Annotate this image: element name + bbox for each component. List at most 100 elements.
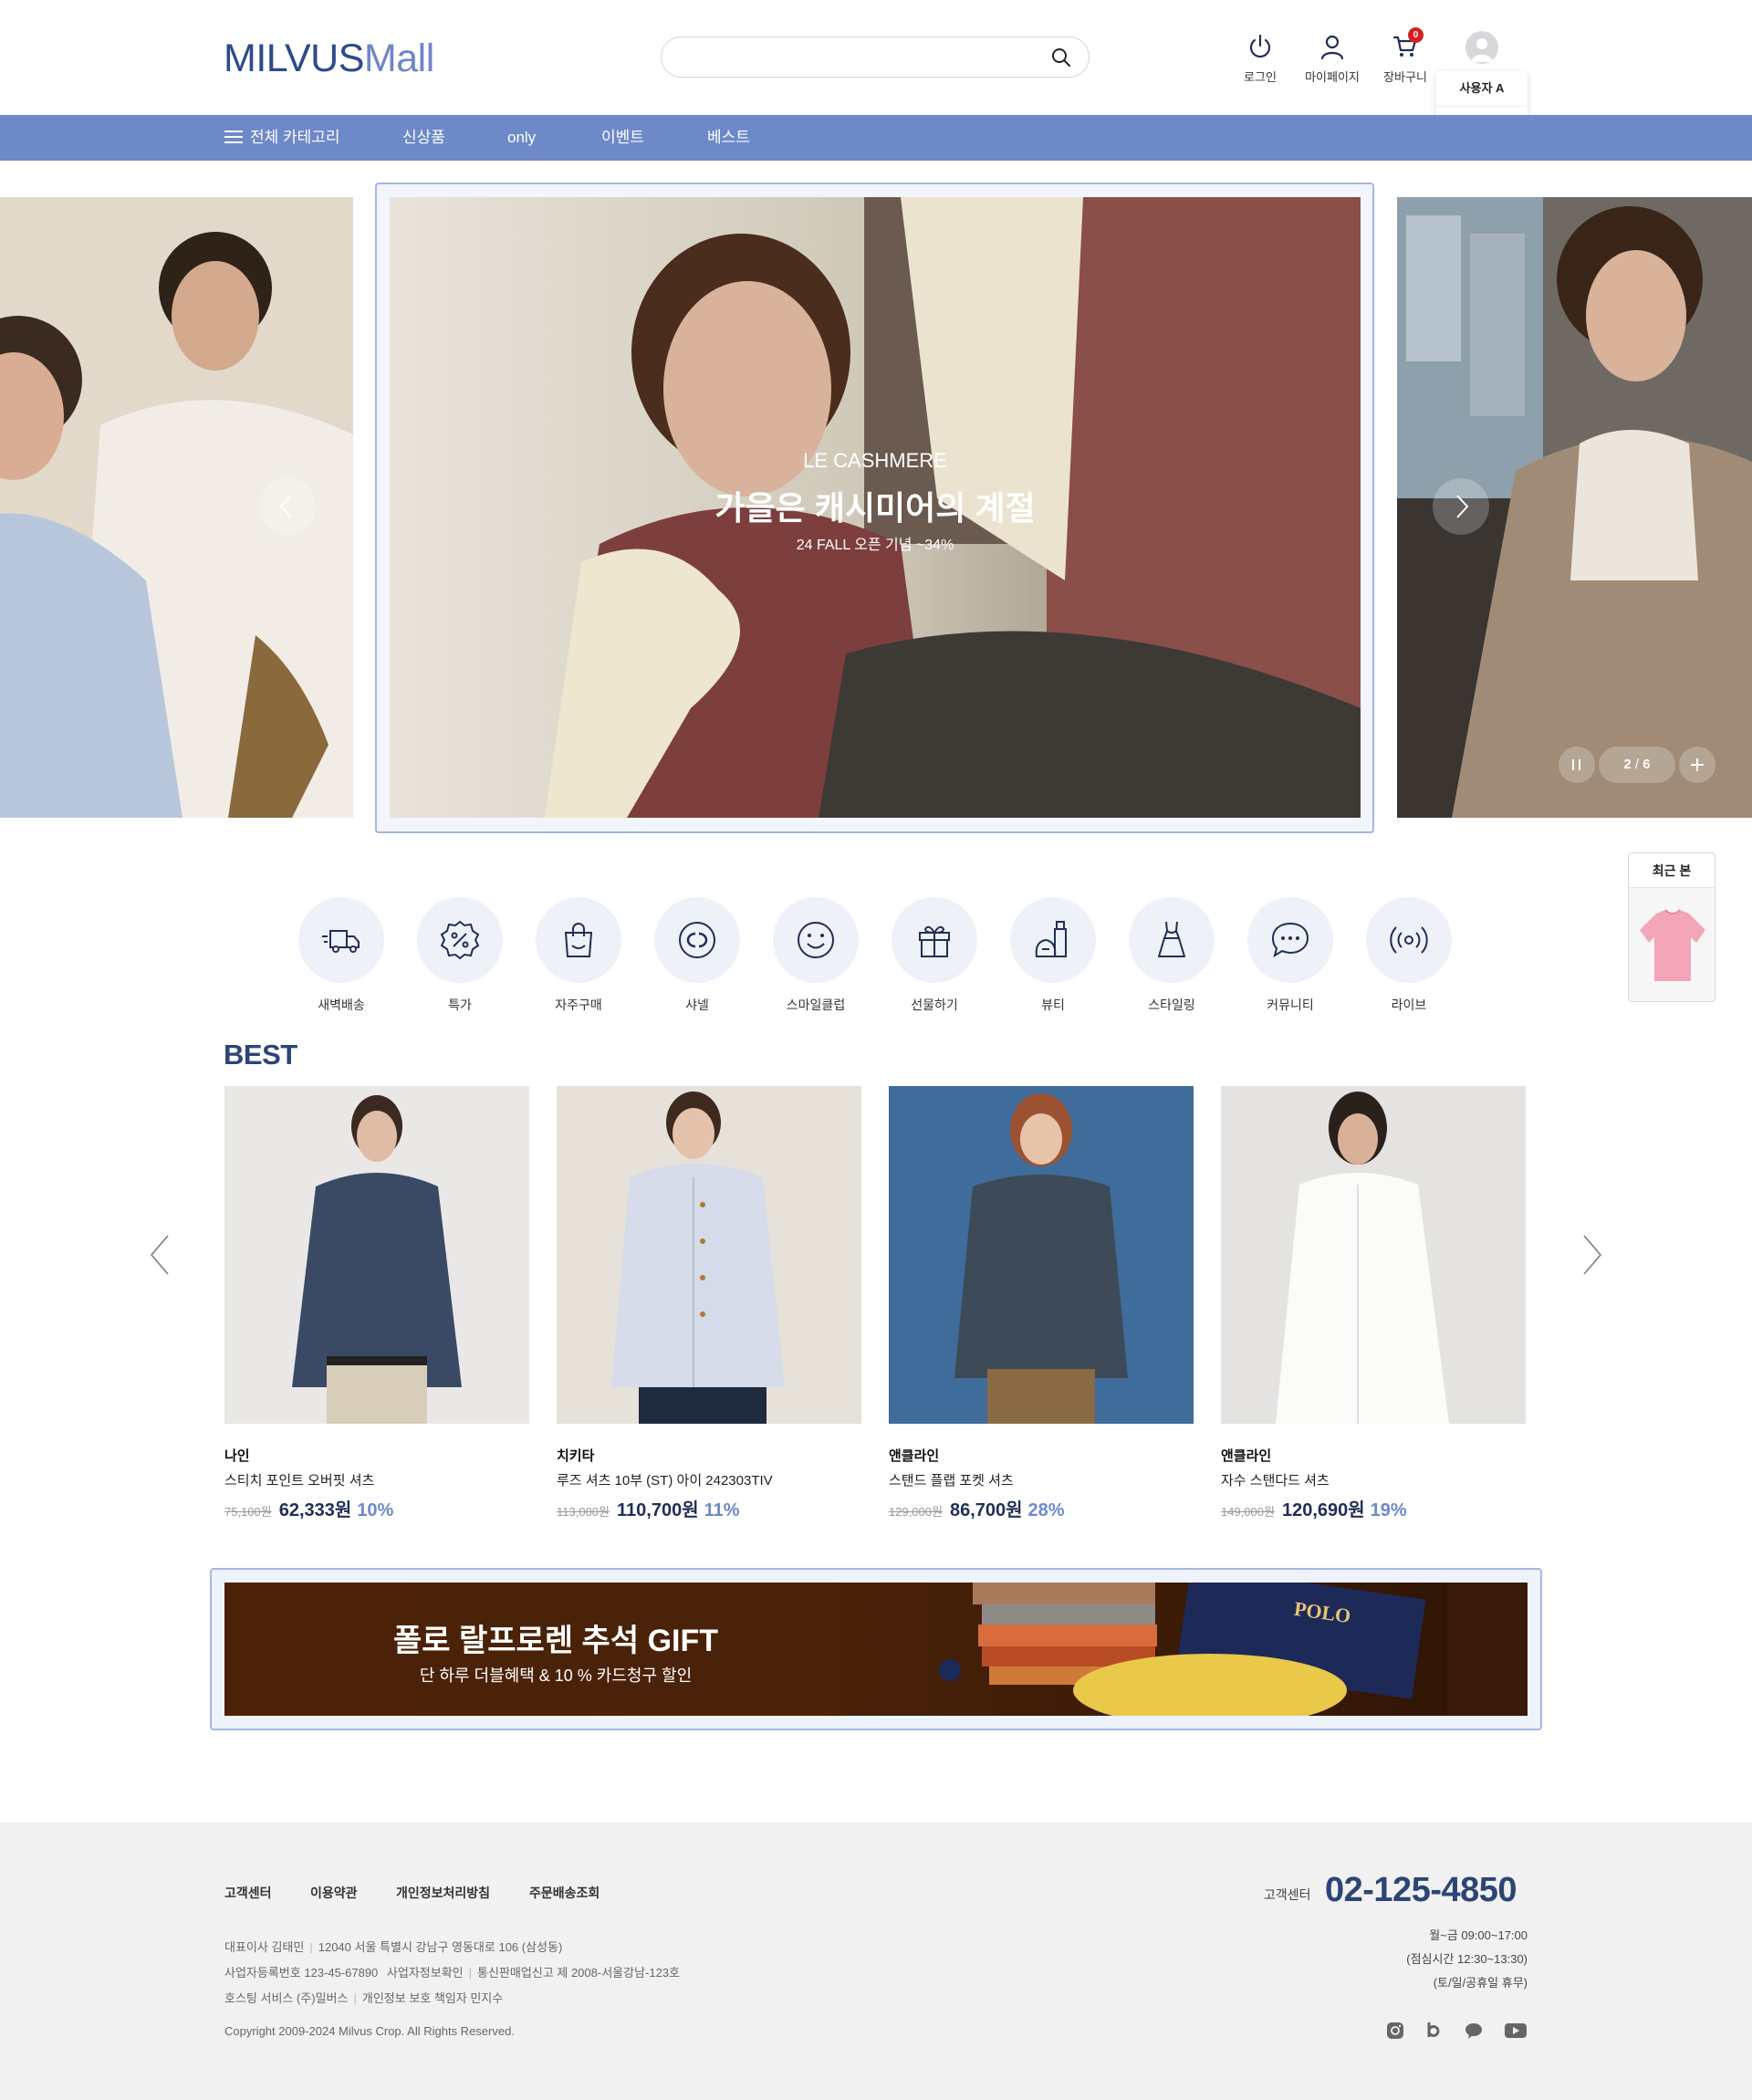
sale-price: 110,700원 [617, 1500, 699, 1520]
cart-button[interactable]: 0 장바구니 [1378, 27, 1433, 85]
user-option-a[interactable]: 사용자 A [1436, 71, 1528, 106]
recent-viewed-panel: 최근 본 [1628, 852, 1716, 1002]
sale-price: 120,690원 [1281, 1500, 1365, 1520]
all-category-button[interactable]: 전체 카테고리 [224, 115, 340, 161]
product-card[interactable]: 나인 스티치 포인트 오버핏 셔츠 75,100원 62,333원 10% [224, 1086, 529, 1520]
instagram-button[interactable] [1385, 2021, 1405, 2041]
business-number: 사업자등록번호 123-45-67890 [224, 1966, 379, 1980]
logo-milvus: MILVUS [224, 37, 364, 80]
nav-item-event[interactable]: 이벤트 [601, 115, 644, 161]
original-price: 75,100원 [224, 1505, 272, 1519]
category-special-deal[interactable]: 특가 [401, 897, 519, 1014]
mypage-button[interactable]: 마이페이지 [1305, 33, 1360, 85]
footer-link-terms[interactable]: 이용약관 [310, 1884, 358, 1902]
nav-item-new[interactable]: 신상품 [402, 115, 445, 161]
blog-button[interactable] [1424, 2021, 1444, 2041]
live-broadcast-icon [1390, 926, 1428, 954]
login-label: 로그인 [1244, 70, 1277, 84]
category-label: 샤넬 [685, 998, 709, 1012]
category-styling[interactable]: 스타일링 [1112, 897, 1231, 1014]
footer-company-line-3: 호스팅 서비스 (주)밀버스 | 개인정보 보호 책임자 민지수 [224, 1991, 504, 2005]
product-brand: 나인 [224, 1448, 250, 1464]
product-price-row: 113,000원 110,700원 11% [557, 1495, 861, 1520]
cart-count-badge: 0 [1408, 27, 1424, 43]
recent-item-tshirt-image [1640, 909, 1705, 981]
category-frequent-purchase[interactable]: 자주구매 [519, 897, 638, 1014]
category-smile-club[interactable]: 스마일클럽 [756, 897, 875, 1014]
hero-next-button[interactable] [1433, 478, 1489, 535]
user-avatar[interactable] [1465, 31, 1498, 64]
hero-prev-button[interactable] [259, 478, 316, 535]
cart-label: 장바구니 [1383, 70, 1427, 84]
percent-badge-icon [440, 920, 480, 960]
business-info-link[interactable]: 사업자정보확인 [387, 1966, 464, 1980]
chevron-right-icon [1583, 1235, 1601, 1275]
chevron-left-icon [151, 1235, 169, 1275]
youtube-button[interactable] [1504, 2021, 1528, 2041]
site-logo[interactable]: MILVUSMall [224, 35, 434, 82]
footer-company-line-2: 사업자등록번호 123-45-67890 사업자정보확인 | 통신판매업신고 제 2… [224, 1966, 681, 1980]
category-early-delivery[interactable]: 새벽배송 [282, 897, 401, 1014]
talk-button[interactable] [1464, 2021, 1484, 2041]
recent-viewed-item[interactable] [1629, 888, 1715, 991]
login-button[interactable]: 로그인 [1233, 33, 1288, 85]
search-icon[interactable] [1050, 47, 1072, 68]
footer-link-customer-center[interactable]: 고객센터 [224, 1884, 272, 1902]
logo-mall: Mall [363, 37, 434, 80]
product-card[interactable]: 앤클라인 스탠드 플랩 포켓 셔츠 129,000원 86,700원 28% [889, 1086, 1194, 1520]
product-price-row: 75,100원 62,333원 10% [224, 1495, 529, 1520]
instagram-icon [1387, 2022, 1403, 2039]
chevron-left-icon [279, 495, 292, 518]
category-chanel[interactable]: 샤넬 [638, 897, 756, 1014]
product-brand: 앤클라인 [889, 1448, 940, 1464]
category-label: 새벽배송 [318, 998, 365, 1012]
product-image[interactable] [1221, 1086, 1526, 1424]
hero-pause-button[interactable] [1559, 747, 1595, 783]
search-input[interactable] [661, 37, 1090, 78]
cs-hours-weekday: 월~금 09:00~17:00 [1429, 1928, 1528, 1942]
nav-item-only[interactable]: only [507, 115, 536, 161]
pager-total: 6 [1642, 757, 1651, 772]
product-name[interactable]: 루즈 셔츠 10부 (ST) 아이 242303TIV [557, 1470, 861, 1489]
dress-icon [1158, 921, 1185, 957]
best-next-button[interactable] [1579, 1232, 1606, 1278]
power-icon [1249, 34, 1271, 58]
blog-icon [1427, 2022, 1440, 2037]
privacy-officer: 개인정보 보호 책임자 민지수 [361, 1991, 504, 2005]
category-live[interactable]: 라이브 [1350, 897, 1468, 1014]
best-prev-button[interactable] [146, 1232, 173, 1278]
footer-copyright: Copyright 2009-2024 Milvus Crop. All Rig… [224, 2024, 515, 2038]
product-photo-1 [224, 1086, 529, 1424]
cs-phone-number[interactable]: 02-125-4850 [1325, 1871, 1517, 1910]
product-name[interactable]: 스티치 포인트 오버핏 셔츠 [224, 1470, 529, 1489]
category-label: 커뮤니티 [1267, 998, 1314, 1012]
product-name[interactable]: 스탠드 플랩 포켓 셔츠 [889, 1470, 1194, 1489]
product-image[interactable] [889, 1086, 1194, 1424]
product-image[interactable] [557, 1086, 861, 1424]
pager-separator: / [1634, 757, 1640, 772]
category-community[interactable]: 커뮤니티 [1231, 897, 1350, 1014]
avatar-user-icon [1471, 38, 1493, 62]
product-card[interactable]: 앤클라인 자수 스탠다드 셔츠 149,000원 120,690원 19% [1221, 1086, 1526, 1520]
footer-company-line-1: 대표이사 김태민 | 12040 서울 특별시 강남구 영동대로 106 (삼성동) [224, 1940, 563, 1954]
ceo-info: 대표이사 김태민 [224, 1940, 305, 1954]
product-name[interactable]: 자수 스탠다드 셔츠 [1221, 1470, 1526, 1489]
category-gift[interactable]: 선물하기 [875, 897, 994, 1014]
product-card[interactable]: 치키타 루즈 셔츠 10부 (ST) 아이 242303TIV 113,000원… [557, 1086, 861, 1520]
category-beauty[interactable]: 뷰티 [994, 897, 1112, 1014]
mypage-label: 마이페이지 [1305, 70, 1360, 84]
discount-rate: 10% [357, 1500, 394, 1520]
footer-link-order-tracking[interactable]: 주문배송조회 [529, 1884, 600, 1902]
delivery-truck-icon [322, 930, 360, 953]
nav-item-best[interactable]: 베스트 [707, 115, 750, 161]
hero-view-all-button[interactable] [1679, 747, 1716, 783]
category-label: 스타일링 [1148, 998, 1195, 1012]
hero-pager-count: 2 / 6 [1599, 747, 1675, 783]
chevron-right-icon [1456, 495, 1469, 518]
hamburger-menu-icon [224, 130, 243, 143]
category-label: 선물하기 [911, 998, 958, 1012]
product-brand: 앤클라인 [1221, 1448, 1272, 1464]
hero-title: 가을은 캐시미어의 계절 [714, 489, 1036, 527]
footer-link-privacy[interactable]: 개인정보처리방침 [396, 1884, 490, 1902]
product-image[interactable] [224, 1086, 529, 1424]
